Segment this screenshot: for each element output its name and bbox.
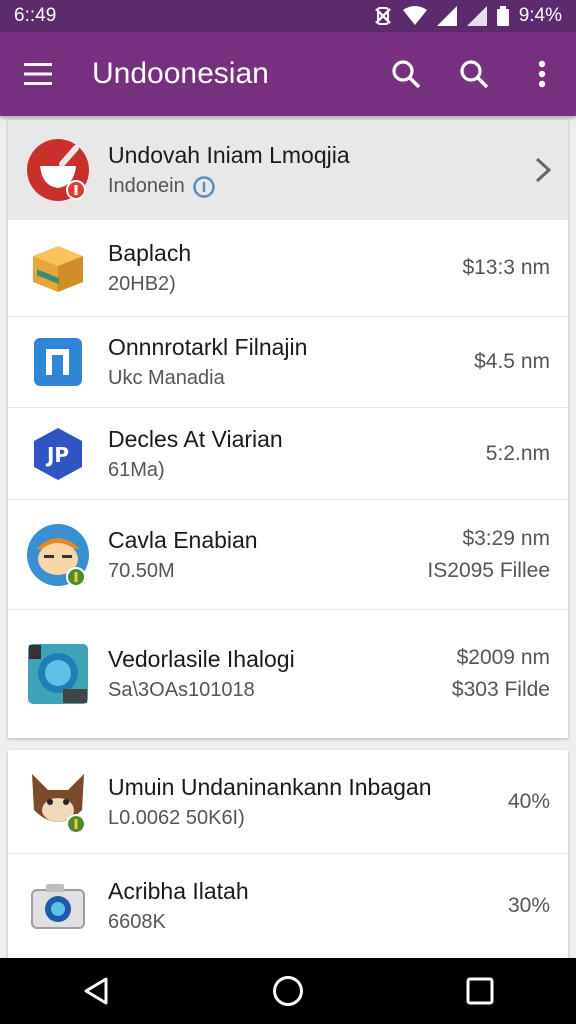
list-item-title: Cavla Enabian	[108, 526, 258, 553]
list-item-size: 5:2.nm	[485, 441, 550, 465]
list-item-percent: 30%	[507, 894, 550, 917]
list-item-title: Baplach	[108, 240, 192, 266]
list-item-meta: 30%	[508, 894, 568, 918]
list-item[interactable]: Umuin Undaninankann Inbagan L0.0062 50K6…	[8, 750, 568, 854]
header-item-title: Undovah Iniam Lmoqjia	[108, 142, 350, 168]
list-item-title: Umuin Undaninankann Inbagan	[108, 773, 432, 800]
list-item[interactable]: Acribha Ilatah 6608K 30%	[8, 854, 568, 958]
list-item-files: $303 Filde	[451, 678, 550, 701]
hamburger-menu-icon	[24, 63, 52, 85]
list-item-meta: $2009 nm $303 Filde	[452, 646, 568, 702]
wifi-icon	[402, 6, 427, 25]
list-item[interactable]: Vedorlasile Ihalogi Sa\3OAs101018 $2009 …	[8, 610, 568, 738]
list-item-subtitle: Sa\3OAs101018	[108, 679, 255, 701]
search-icon	[460, 60, 489, 89]
search-button-2[interactable]	[440, 32, 508, 116]
home-button[interactable]	[248, 958, 328, 1024]
list-item-title: Vedorlasile Ihalogi	[108, 646, 295, 672]
list-item[interactable]: Baplach 20HB2) $13:3 nm	[8, 220, 568, 317]
list-item-subtitle: Ukc Manadia	[108, 367, 225, 389]
header-item-subtitle-row: Indonein	[108, 175, 534, 198]
list-item-size: $4.5 nm	[474, 350, 550, 373]
status-time: 6::49	[14, 5, 57, 26]
battery-icon	[496, 6, 509, 26]
header-list-item[interactable]: Undovah Iniam Lmoqjia Indonein	[8, 120, 568, 220]
box-app-icon	[33, 246, 83, 292]
battery-percent: 9:4%	[518, 5, 562, 26]
recents-icon	[466, 977, 494, 1005]
list-item-texts: Onnnrotarkl Filnajin Ukc Manadia	[108, 334, 474, 390]
list-item-meta: $3:29 nm IS2095 Fillee	[427, 527, 568, 583]
list-item-icon-wrap	[8, 882, 108, 930]
chevron-right-icon[interactable]	[534, 156, 552, 184]
list-item[interactable]: Onnnrotarkl Filnajin Ukc Manadia $4.5 nm	[8, 317, 568, 408]
list-item-size: $2009 nm	[456, 646, 550, 669]
info-icon	[193, 175, 215, 198]
list-item-icon-wrap	[8, 337, 108, 387]
back-button[interactable]	[56, 958, 136, 1024]
list-item-texts: Cavla Enabian 70.50M	[108, 527, 427, 583]
list-item-meta: 5:2.nm	[486, 442, 568, 466]
more-options-button[interactable]	[508, 32, 576, 116]
list-item-title: Decles At Viarian	[108, 425, 283, 452]
hexagon-app-icon: JP	[34, 427, 82, 480]
list-item-texts: Baplach 20HB2)	[108, 240, 462, 296]
menu-button[interactable]	[0, 32, 76, 116]
list-item[interactable]: Cavla Enabian 70.50M $3:29 nm IS2095 Fil…	[8, 500, 568, 610]
list-item-size: $3:29 nm	[462, 526, 550, 550]
list-item-title: Acribha Ilatah	[108, 878, 249, 904]
list-item-texts: Decles At Viarian 61Ma)	[108, 426, 486, 482]
signal-icon	[436, 6, 457, 26]
list-item-meta: 40%	[508, 790, 568, 814]
list-item-texts: Vedorlasile Ihalogi Sa\3OAs101018	[108, 646, 452, 702]
list-item-files: IS2095 Fillee	[427, 558, 550, 582]
recents-button[interactable]	[440, 958, 520, 1024]
list-item-meta: $13:3 nm	[462, 256, 568, 280]
blue-square-app-icon	[34, 338, 82, 386]
list-item-texts: Umuin Undaninankann Inbagan L0.0062 50K6…	[108, 774, 508, 830]
teal-lens-app-icon	[28, 644, 88, 704]
search-icon	[392, 60, 421, 89]
camera-app-icon	[31, 884, 85, 929]
back-icon	[84, 977, 108, 1005]
list-item-subtitle: 61Ma)	[108, 458, 165, 481]
list-item-percent: 40%	[507, 789, 550, 813]
navigation-bar	[0, 958, 576, 1024]
list-item-subtitle: L0.0062 50K6I)	[108, 806, 245, 829]
header-item-subtitle: Indonein	[108, 175, 185, 197]
list-item-icon-wrap	[8, 242, 108, 294]
list-item-icon-wrap: JP	[8, 427, 108, 481]
list-item-subtitle: 70.50M	[108, 559, 175, 582]
app-title: Undoonesian	[92, 57, 269, 90]
list-item-icon-wrap	[8, 643, 108, 705]
signal-icon-2	[466, 6, 487, 26]
usage-list-card: Umuin Undaninankann Inbagan L0.0062 50K6…	[8, 750, 568, 958]
list-item[interactable]: JP Decles At Viarian 61Ma) 5:2.nm	[8, 408, 568, 500]
status-icons: 9:4%	[373, 5, 562, 27]
fox-app-icon	[32, 773, 86, 834]
home-icon	[273, 976, 303, 1006]
character-app-icon	[27, 523, 89, 587]
app-list-card: Undovah Iniam Lmoqjia Indonein Baplach 2…	[8, 120, 568, 738]
header-item-icon-wrap	[8, 138, 108, 202]
app-bar: Undoonesian	[0, 32, 576, 116]
more-vert-icon	[538, 60, 546, 88]
svg-text:JP: JP	[45, 443, 69, 467]
list-item-icon-wrap	[8, 523, 108, 587]
nfc-icon	[374, 7, 391, 25]
header-item-texts: Undovah Iniam Lmoqjia Indonein	[108, 142, 534, 198]
list-item-subtitle: 6608K	[108, 911, 166, 933]
search-button[interactable]	[372, 32, 440, 116]
list-item-title: Onnnrotarkl Filnajin	[108, 334, 308, 360]
list-item-subtitle: 20HB2)	[108, 273, 176, 295]
list-item-size: $13:3 nm	[462, 256, 550, 279]
list-item-meta: $4.5 nm	[474, 350, 568, 374]
list-item-icon-wrap	[8, 770, 108, 834]
list-item-texts: Acribha Ilatah 6608K	[108, 878, 508, 934]
mortar-pestle-app-icon	[27, 139, 89, 201]
status-bar: 6::49 9:4%	[0, 0, 576, 32]
header-item-chevron-wrap	[534, 156, 568, 184]
